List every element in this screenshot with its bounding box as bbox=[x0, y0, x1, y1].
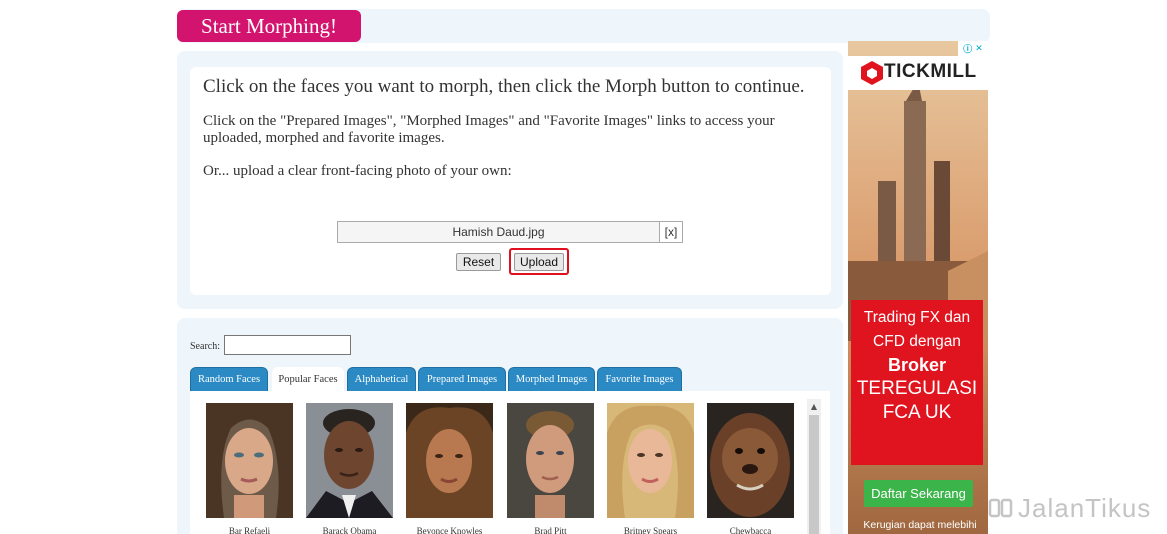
tab-morphed-images[interactable]: Morphed Images bbox=[508, 367, 595, 391]
portrait-image bbox=[507, 403, 594, 518]
portrait-image bbox=[206, 403, 293, 518]
tab-popular-faces[interactable]: Popular Faces bbox=[272, 367, 344, 391]
info-icon[interactable]: ⓘ bbox=[963, 42, 972, 55]
face-thumbnail[interactable] bbox=[206, 403, 293, 518]
scroll-up-arrow-icon[interactable]: ▲ bbox=[807, 399, 821, 413]
face-thumbnail[interactable] bbox=[607, 403, 694, 518]
face-name: Chewbacca bbox=[729, 526, 772, 534]
portrait-image bbox=[406, 403, 493, 518]
search-label: Search: bbox=[190, 341, 220, 352]
search-input[interactable] bbox=[224, 335, 351, 355]
face-name: Beyonce Knowles bbox=[416, 526, 483, 534]
tab-random-faces[interactable]: Random Faces bbox=[190, 367, 268, 391]
upload-button[interactable]: Upload bbox=[514, 253, 564, 271]
tickmill-logo-icon bbox=[861, 61, 883, 85]
upload-prompt: Or... upload a clear front-facing photo … bbox=[203, 163, 512, 179]
ad-brand: TICKMILL bbox=[884, 61, 977, 82]
start-morphing-title: Start Morphing! bbox=[177, 10, 361, 42]
tab-alphabetical[interactable]: Alphabetical bbox=[347, 367, 416, 391]
ad-text-line: FCA UK bbox=[882, 402, 952, 423]
face-thumbnail[interactable] bbox=[406, 403, 493, 518]
ad-text-line: TEREGULASI bbox=[856, 378, 978, 399]
ad-text-line: Broker bbox=[887, 355, 947, 375]
ad-disclaimer: Kerugian dapat melebihi bbox=[863, 519, 977, 531]
tab-prepared-images[interactable]: Prepared Images bbox=[418, 367, 506, 391]
close-icon[interactable]: ✕ bbox=[975, 44, 983, 54]
ad-signup-button[interactable]: Daftar Sekarang bbox=[864, 480, 973, 507]
clear-file-button[interactable]: [x] bbox=[659, 221, 683, 243]
portrait-image bbox=[607, 403, 694, 518]
face-thumbnail[interactable] bbox=[306, 403, 393, 518]
ad-choices[interactable]: ⓘ ✕ bbox=[958, 41, 988, 56]
face-thumbnail[interactable] bbox=[507, 403, 594, 518]
face-name: Bar Refaeli bbox=[228, 526, 271, 534]
reset-button[interactable]: Reset bbox=[456, 253, 501, 271]
watermark-text: JalanTikus bbox=[1018, 493, 1152, 523]
file-name-field[interactable]: Hamish Daud.jpg bbox=[337, 221, 660, 243]
scrollbar-thumb[interactable] bbox=[809, 415, 819, 534]
face-name: Brad Pitt bbox=[534, 526, 567, 534]
face-thumbnail[interactable] bbox=[707, 403, 794, 518]
instructions-paragraph: Click on the "Prepared Images", "Morphed… bbox=[203, 113, 775, 146]
portrait-image bbox=[306, 403, 393, 518]
face-name: Britney Spears bbox=[623, 526, 678, 534]
tab-favorite-images[interactable]: Favorite Images bbox=[597, 367, 682, 391]
face-name: Barack Obama bbox=[322, 526, 377, 534]
ad-text-line: CFD dengan bbox=[873, 333, 961, 350]
watermark-logo-icon bbox=[988, 498, 1013, 518]
portrait-image bbox=[707, 403, 794, 518]
ad-text-line: Trading FX dan bbox=[863, 309, 971, 326]
instructions-title: Click on the faces you want to morph, th… bbox=[203, 76, 805, 97]
